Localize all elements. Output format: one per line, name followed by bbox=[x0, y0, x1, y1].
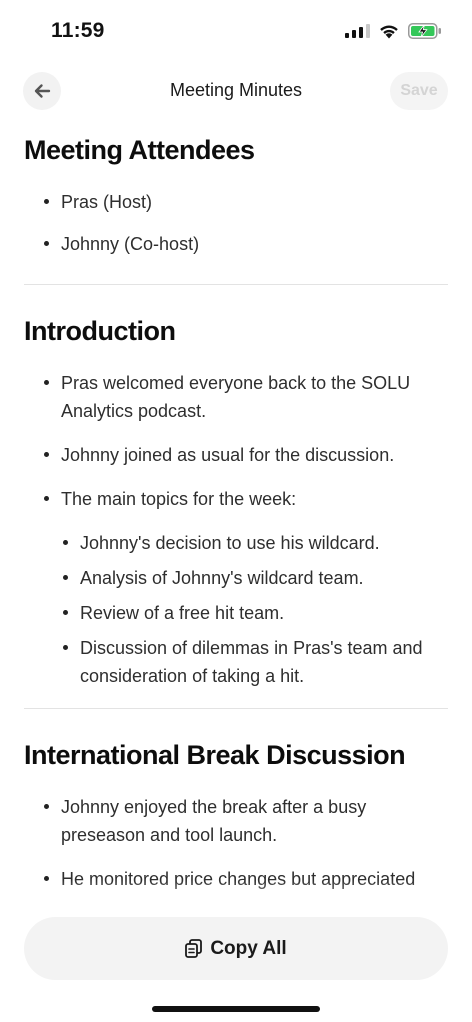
scroll-fade bbox=[0, 880, 472, 920]
divider bbox=[24, 708, 448, 709]
status-bar: 11:59 bbox=[0, 0, 472, 62]
save-button[interactable]: Save bbox=[390, 72, 448, 110]
attendee-list: Pras (Host) Johnny (Co-host) bbox=[24, 188, 448, 258]
list-item: Review of a free hit team. bbox=[24, 599, 448, 627]
battery-charging-icon bbox=[408, 23, 441, 39]
screen: 11:59 Meeting Minutes Save Meeting Atten… bbox=[0, 0, 472, 1022]
list-item: The main topics for the week: bbox=[24, 485, 448, 513]
home-indicator[interactable] bbox=[152, 1006, 320, 1012]
list-item: Discussion of dilemmas in Pras's team an… bbox=[24, 634, 448, 690]
wifi-icon bbox=[380, 25, 398, 38]
list-item: Analysis of Johnny's wildcard team. bbox=[24, 564, 448, 592]
status-time: 11:59 bbox=[51, 19, 105, 42]
section-title: Meeting Attendees bbox=[24, 135, 255, 165]
section-introduction: Introduction Pras welcomed everyone back… bbox=[24, 313, 448, 690]
copy-all-label: Copy All bbox=[210, 937, 287, 959]
list-item: Johnny joined as usual for the discussio… bbox=[24, 441, 448, 469]
section-title: International Break Discussion bbox=[24, 740, 406, 770]
copy-icon bbox=[185, 939, 203, 958]
nav-bar: Meeting Minutes Save bbox=[0, 70, 472, 110]
section-meeting-attendees: Meeting Attendees Pras (Host) Johnny (Co… bbox=[24, 132, 448, 258]
topics-sublist: Johnny's decision to use his wildcard. A… bbox=[24, 529, 448, 690]
list-item: Johnny (Co-host) bbox=[24, 230, 448, 258]
list-item: Pras welcomed everyone back to the SOLU … bbox=[24, 369, 448, 425]
copy-all-button[interactable]: Copy All bbox=[24, 917, 448, 980]
minutes-content: Meeting Attendees Pras (Host) Johnny (Co… bbox=[24, 132, 448, 893]
cellular-signal-icon bbox=[345, 24, 370, 38]
section-title: Introduction bbox=[24, 316, 176, 346]
international-break-list: Johnny enjoyed the break after a busy pr… bbox=[24, 793, 448, 893]
status-icons bbox=[345, 23, 442, 39]
list-item: Pras (Host) bbox=[24, 188, 448, 216]
list-item: Johnny enjoyed the break after a busy pr… bbox=[24, 793, 448, 849]
section-international-break: International Break Discussion Johnny en… bbox=[24, 737, 448, 893]
divider bbox=[24, 284, 448, 285]
introduction-list: Pras welcomed everyone back to the SOLU … bbox=[24, 369, 448, 513]
list-item: Johnny's decision to use his wildcard. bbox=[24, 529, 448, 557]
